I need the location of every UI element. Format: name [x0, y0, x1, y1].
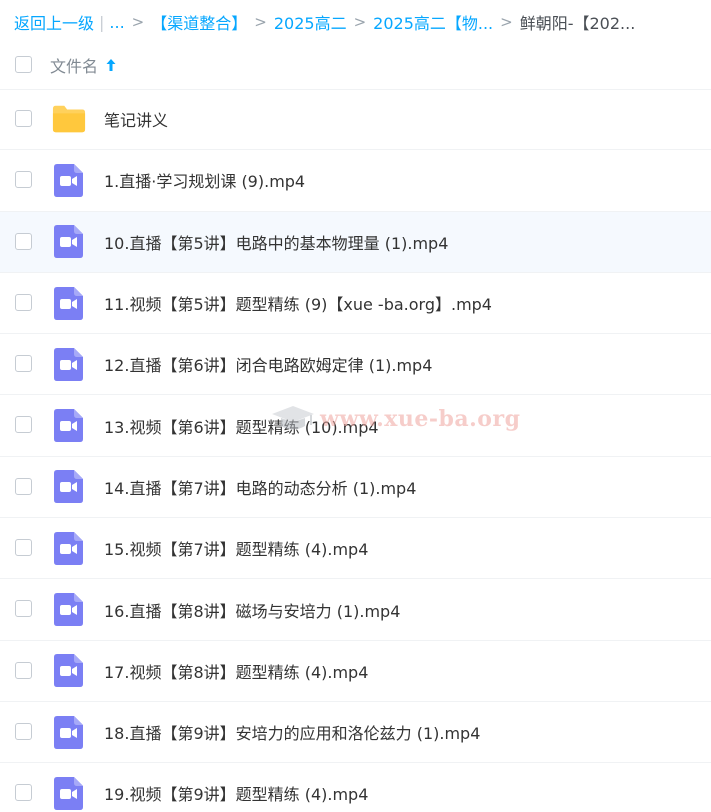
row-checkbox[interactable]: [15, 355, 32, 373]
file-list-header: 文件名: [0, 40, 711, 90]
breadcrumb-separator-icon: >: [500, 13, 513, 31]
file-row[interactable]: 15.视频【第7讲】题型精练 (4).mp4: [0, 518, 711, 580]
breadcrumb-item-subject[interactable]: 2025高二【物...: [373, 10, 493, 34]
video-file-icon: [54, 286, 83, 320]
select-all-checkbox[interactable]: [15, 56, 32, 73]
breadcrumb-ellipsis[interactable]: ...: [109, 13, 124, 32]
file-name[interactable]: 15.视频【第7讲】题型精练 (4).mp4: [104, 536, 368, 560]
file-name[interactable]: 13.视频【第6讲】题型精练 (10).mp4: [104, 414, 379, 438]
column-label-filename: 文件名: [50, 56, 99, 76]
file-row[interactable]: 1.直播·学习规划课 (9).mp4: [0, 150, 711, 212]
video-file-icon: [54, 715, 83, 749]
file-row[interactable]: 18.直播【第9讲】安培力的应用和洛伦兹力 (1).mp4: [0, 702, 711, 764]
video-file-icon: [54, 654, 83, 688]
file-name[interactable]: 17.视频【第8讲】题型精练 (4).mp4: [104, 659, 368, 683]
row-checkbox[interactable]: [15, 784, 32, 802]
row-checkbox[interactable]: [15, 232, 32, 250]
row-checkbox[interactable]: [15, 539, 32, 557]
row-checkbox[interactable]: [15, 600, 32, 618]
breadcrumb-separator-icon: >: [254, 13, 267, 31]
file-name[interactable]: 11.视频【第5讲】题型精练 (9)【xue -ba.org】.mp4: [104, 291, 492, 315]
folder-icon: [52, 105, 86, 133]
row-checkbox[interactable]: [15, 661, 32, 679]
breadcrumb-separator-icon: >: [131, 13, 145, 31]
breadcrumb: 返回上一级 | ... > 【渠道整合】 > 2025高二 > 2025高二【物…: [14, 9, 704, 35]
file-row[interactable]: 10.直播【第5讲】电路中的基本物理量 (1).mp4: [0, 211, 711, 273]
row-checkbox[interactable]: [15, 171, 32, 189]
file-row[interactable]: 12.直播【第6讲】闭合电路欧姆定律 (1).mp4: [0, 334, 711, 396]
breadcrumb-separator-icon: >: [353, 13, 367, 31]
file-name[interactable]: 笔记讲义: [104, 107, 168, 131]
breadcrumb-item-channel[interactable]: 【渠道整合】: [151, 10, 247, 34]
video-file-icon: [54, 593, 83, 627]
video-file-icon: [54, 409, 83, 443]
file-name[interactable]: 1.直播·学习规划课 (9).mp4: [104, 168, 305, 192]
row-checkbox[interactable]: [15, 722, 32, 740]
file-row[interactable]: 17.视频【第8讲】题型精练 (4).mp4: [0, 641, 711, 702]
breadcrumb-current: 鲜朝阳-【202...: [519, 14, 636, 33]
video-file-icon: [54, 163, 83, 197]
file-row[interactable]: 14.直播【第7讲】电路的动态分析 (1).mp4: [0, 457, 711, 519]
folder-row[interactable]: 笔记讲义: [0, 89, 711, 151]
breadcrumb-back-link[interactable]: 返回上一级: [14, 10, 94, 34]
row-checkbox[interactable]: [15, 416, 32, 434]
file-name[interactable]: 12.直播【第6讲】闭合电路欧姆定律 (1).mp4: [104, 352, 432, 376]
video-file-icon: [54, 225, 83, 259]
arrow-up-icon: [106, 58, 116, 71]
row-checkbox[interactable]: [15, 110, 32, 127]
video-file-icon: [54, 470, 83, 504]
breadcrumb-item-grade[interactable]: 2025高二: [274, 10, 347, 34]
row-checkbox[interactable]: [15, 477, 32, 495]
file-name[interactable]: 18.直播【第9讲】安培力的应用和洛伦兹力 (1).mp4: [104, 720, 480, 744]
file-name[interactable]: 10.直播【第5讲】电路中的基本物理量 (1).mp4: [104, 230, 448, 254]
file-list: 笔记讲义 1.直播·学习规划课 (9).mp4 10.直播【第5讲】电路中的基本物理…: [0, 89, 711, 812]
video-file-icon: [54, 531, 83, 565]
file-row[interactable]: 16.直播【第8讲】磁场与安培力 (1).mp4: [0, 579, 711, 641]
sort-by-filename[interactable]: 文件名: [50, 53, 117, 77]
file-row[interactable]: 11.视频【第5讲】题型精练 (9)【xue -ba.org】.mp4: [0, 273, 711, 335]
file-name[interactable]: 19.视频【第9讲】题型精练 (4).mp4: [104, 781, 368, 805]
file-row[interactable]: 19.视频【第9讲】题型精练 (4).mp4: [0, 763, 711, 812]
breadcrumb-divider: |: [99, 12, 105, 32]
file-row[interactable]: 13.视频【第6讲】题型精练 (10).mp4: [0, 395, 711, 457]
video-file-icon: [54, 776, 83, 810]
video-file-icon: [54, 347, 83, 381]
file-name[interactable]: 14.直播【第7讲】电路的动态分析 (1).mp4: [104, 475, 416, 499]
row-checkbox[interactable]: [15, 293, 32, 311]
file-name[interactable]: 16.直播【第8讲】磁场与安培力 (1).mp4: [104, 598, 400, 622]
